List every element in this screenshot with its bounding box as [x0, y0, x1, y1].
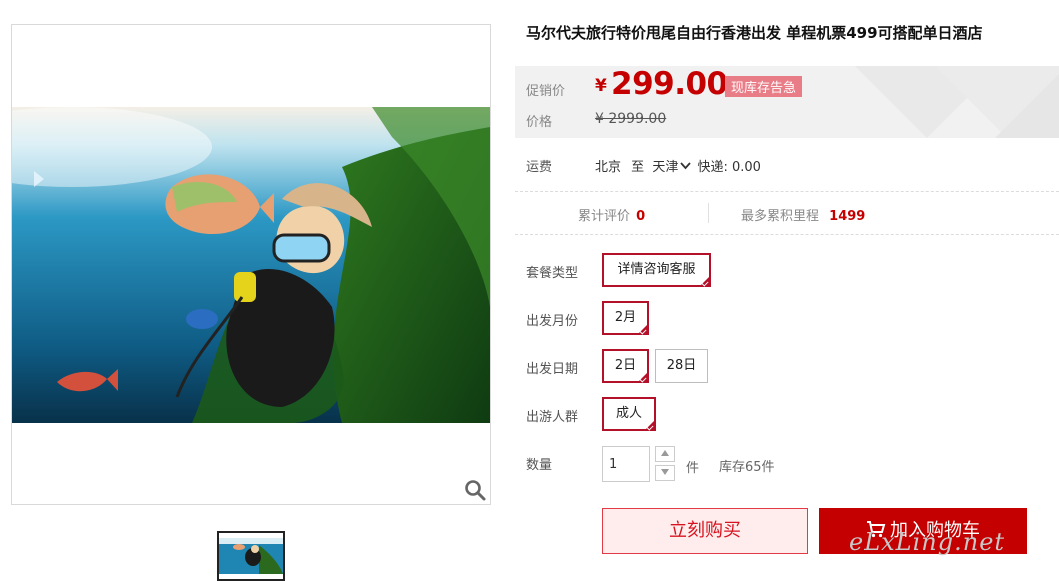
check-corner-icon: [639, 375, 647, 383]
miles-stat: 最多累积里程 1499: [741, 205, 865, 224]
option-package-consult[interactable]: 详情咨询客服: [602, 253, 711, 287]
original-price-label: 价格: [526, 115, 553, 130]
option-label: 2月: [614, 310, 637, 325]
package-type-label: 套餐类型: [526, 266, 579, 281]
shipping-method: 快递: 0.00: [697, 160, 761, 175]
divider: [515, 191, 1059, 192]
reviews-count: 0: [636, 209, 646, 224]
diver-underwater-image: [12, 107, 490, 423]
main-product-photo[interactable]: [12, 107, 490, 423]
shipping-route: 北京 至 天津 快递: 0.00: [595, 156, 761, 175]
option-label: 成人: [615, 406, 642, 421]
quantity-label: 数量: [526, 458, 553, 473]
shipping-destination: 天津: [652, 160, 679, 175]
option-date-28[interactable]: 28日: [655, 349, 708, 383]
reviews-label: 累计评价: [578, 209, 631, 224]
original-price-value: ¥ 2999.00: [595, 111, 667, 127]
traveler-group-label: 出游人群: [526, 410, 579, 425]
stock-count: 库存65件: [719, 460, 775, 475]
promo-price-value: 299.00: [611, 66, 728, 102]
check-corner-icon: [701, 279, 709, 287]
watermark-text: eLxLing.net: [849, 528, 1006, 556]
quantity-unit: 件: [686, 461, 700, 476]
option-label: 28日: [666, 358, 697, 373]
thumbnail-1[interactable]: [217, 531, 285, 581]
shipping-from: 北京: [595, 160, 622, 175]
buy-now-button[interactable]: 立刻购买: [602, 508, 808, 554]
check-corner-icon: [646, 423, 654, 431]
triangle-up-icon: [661, 450, 669, 456]
quantity-increment-button[interactable]: [655, 446, 675, 462]
quantity-decrement-button[interactable]: [655, 465, 675, 481]
chevron-down-icon: [680, 162, 691, 170]
stock-warning-badge: 现库存告急: [725, 76, 803, 97]
magnifier-icon[interactable]: [463, 478, 487, 502]
check-corner-icon: [639, 327, 647, 335]
option-label: 2日: [614, 358, 637, 373]
reviews-stat[interactable]: 累计评价 0: [578, 205, 645, 224]
option-people-adult[interactable]: 成人: [602, 397, 656, 431]
divider: [515, 234, 1059, 235]
stat-separator: [708, 203, 709, 223]
shipping-label: 运费: [526, 160, 553, 175]
miles-value: 1499: [829, 209, 866, 224]
option-label: 详情咨询客服: [617, 262, 696, 277]
departure-date-label: 出发日期: [526, 362, 579, 377]
quantity-input[interactable]: [602, 446, 650, 482]
promo-price-label: 促销价: [526, 84, 566, 99]
triangle-down-icon: [661, 469, 669, 475]
option-month-feb[interactable]: 2月: [602, 301, 649, 335]
buy-now-label: 立刻购买: [669, 520, 741, 541]
shipping-to-word: 至: [631, 160, 645, 175]
product-title: 马尔代夫旅行特价甩尾自由行香港出发 单程机票499可搭配单日酒店: [526, 24, 983, 42]
miles-label: 最多累积里程: [741, 209, 820, 224]
destination-select[interactable]: 天津: [652, 160, 691, 175]
currency-symbol: ¥: [595, 76, 607, 96]
departure-month-label: 出发月份: [526, 314, 579, 329]
option-date-2[interactable]: 2日: [602, 349, 649, 383]
